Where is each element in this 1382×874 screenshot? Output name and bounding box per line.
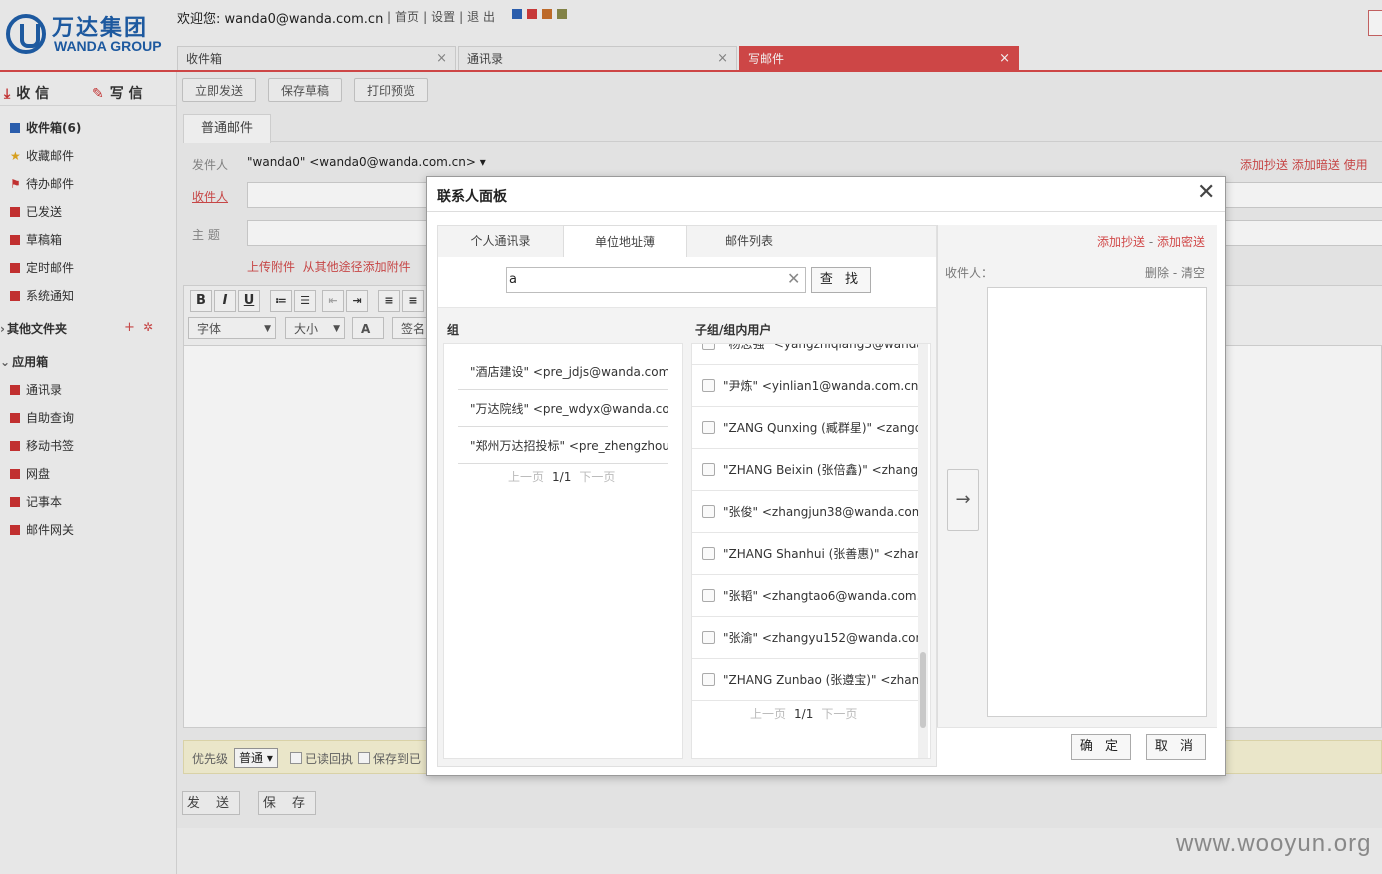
group-list: "酒店建设" <pre_jdjs@wanda.com.cn> "万达院线" <p… <box>443 343 683 759</box>
prev-page-link[interactable]: 上一页 <box>750 707 786 721</box>
recipients-box[interactable] <box>987 287 1207 717</box>
search-button[interactable]: 查 找 <box>811 267 871 293</box>
add-recipient-arrow-button[interactable]: → <box>947 469 979 531</box>
group-pager: 上一页 1/1 下一页 <box>508 468 615 485</box>
user-item[interactable]: "张韬" <zhangtao6@wanda.com.cn> <box>692 575 920 617</box>
user-item[interactable]: "张渝" <zhangyu152@wanda.com.cn> <box>692 617 920 659</box>
page-indicator: 1/1 <box>552 470 572 484</box>
tab-personal-contacts[interactable]: 个人通讯录 <box>438 225 563 257</box>
add-bcc-link[interactable]: 添加密送 <box>1157 235 1205 249</box>
clear-link[interactable]: 清空 <box>1181 266 1205 280</box>
user-list: "杨志强" <yangzhiqiang3@wanda.com.cn> "尹炼" … <box>691 343 931 759</box>
prev-page-link[interactable]: 上一页 <box>508 470 544 484</box>
user-item[interactable]: "张俊" <zhangjun38@wanda.com.cn> <box>692 491 920 533</box>
recipients-label: 收件人： <box>945 266 994 280</box>
checkbox-icon[interactable] <box>702 505 715 518</box>
clear-icon[interactable]: ✕ <box>787 269 800 289</box>
delete-clear-links: 删除 - 清空 <box>1145 266 1205 280</box>
cc-bcc-links: 添加抄送 - 添加密送 <box>1097 235 1206 249</box>
checkbox-icon[interactable] <box>702 379 715 392</box>
group-item[interactable]: "郑州万达招投标" <pre_zhengzhouwd@wanda.com.cn> <box>458 428 668 464</box>
watermark: www.wooyun.org <box>1176 830 1372 857</box>
user-item[interactable]: "ZANG Qunxing (臧群星)" <zangqunxing@wanda.… <box>692 407 920 449</box>
search-input[interactable]: a <box>506 267 806 293</box>
arrow-right-icon: → <box>955 489 971 510</box>
delete-link[interactable]: 删除 <box>1145 266 1169 280</box>
checkbox-icon[interactable] <box>702 631 715 644</box>
user-pager: 上一页 1/1 下一页 <box>750 705 857 722</box>
group-item[interactable]: "万达院线" <pre_wdyx@wanda.com.cn> <box>458 391 668 427</box>
user-item[interactable]: "ZHANG Shanhui (张善惠)" <zhangshanhui@wand… <box>692 533 920 575</box>
group-item[interactable]: "酒店建设" <pre_jdjs@wanda.com.cn> <box>458 354 668 390</box>
tab-mail-lists[interactable]: 邮件列表 <box>687 225 811 257</box>
user-item[interactable]: "ZHANG Zunbao (张遵宝)" <zhangzunbao@wanda.… <box>692 659 920 701</box>
checkbox-icon[interactable] <box>702 673 715 686</box>
next-page-link[interactable]: 下一页 <box>821 707 857 721</box>
page-indicator: 1/1 <box>794 707 814 721</box>
groups-header: 组 <box>447 323 460 337</box>
dialog-header <box>427 177 1225 212</box>
next-page-link[interactable]: 下一页 <box>579 470 615 484</box>
close-icon[interactable]: ✕ <box>1197 181 1215 205</box>
ok-button[interactable]: 确 定 <box>1071 734 1131 760</box>
user-item[interactable]: "杨志强" <yangzhiqiang3@wanda.com.cn> <box>692 344 920 365</box>
add-cc-link[interactable]: 添加抄送 <box>1097 235 1145 249</box>
user-item[interactable]: "尹炼" <yinlian1@wanda.com.cn> <box>692 365 920 407</box>
checkbox-icon[interactable] <box>702 589 715 602</box>
users-header: 子组/组内用户 <box>695 323 772 337</box>
checkbox-icon[interactable] <box>702 344 715 350</box>
dialog-title: 联系人面板 <box>437 189 507 205</box>
checkbox-icon[interactable] <box>702 547 715 560</box>
checkbox-icon[interactable] <box>702 463 715 476</box>
scrollbar-thumb[interactable] <box>920 652 926 728</box>
cancel-button[interactable]: 取 消 <box>1146 734 1206 760</box>
checkbox-icon[interactable] <box>702 421 715 434</box>
tab-company-addressbook[interactable]: 单位地址薄 <box>563 225 687 257</box>
contacts-dialog: 联系人面板 ✕ 个人通讯录 单位地址薄 邮件列表 a ✕ 查 找 组 子组/组内… <box>426 176 1226 776</box>
user-item[interactable]: "ZHANG Beixin (张倍鑫)" <zhangbeixin@wanda.… <box>692 449 920 491</box>
